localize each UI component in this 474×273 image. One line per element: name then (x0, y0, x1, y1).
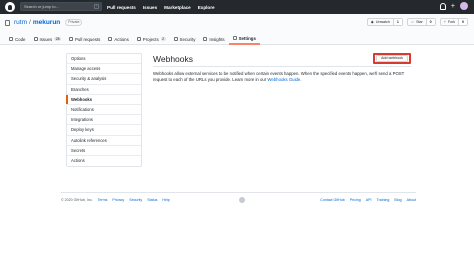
footer-link-status[interactable]: Status (147, 198, 157, 202)
tab-security-label: Security (179, 36, 196, 42)
issue-icon (33, 37, 38, 41)
pull-request-icon (68, 37, 73, 41)
tab-security[interactable]: Security (170, 33, 200, 45)
footer-copyright: © 2020 GitHub, Inc. (61, 198, 93, 202)
add-webhook-highlight: Add webhook (373, 53, 411, 64)
projects-counter: 2 (160, 37, 166, 41)
create-new-plus-icon[interactable]: + (451, 3, 455, 10)
search-placeholder: Search or jump to... (24, 4, 59, 9)
repo-header: rutm / mekurun Private ◉ Unwatch 1 ☆ Star … (0, 14, 474, 45)
webhooks-guide-link[interactable]: Webhooks Guide (267, 77, 300, 82)
sidebar-item-notifications[interactable]: Notifications (67, 105, 141, 116)
star-button[interactable]: ☆ Star 0 (406, 18, 436, 26)
tab-code-label: Code (15, 36, 26, 42)
nav-marketplace[interactable]: Marketplace (164, 5, 191, 10)
tab-settings[interactable]: Settings (228, 33, 260, 45)
repo-icon (5, 19, 10, 26)
github-logo-icon[interactable] (5, 2, 15, 12)
repo-name-link[interactable]: mekurun (33, 19, 60, 26)
header-actions: + (439, 2, 468, 10)
tab-settings-label: Settings (238, 35, 256, 41)
repo-actions: ◉ Unwatch 1 ☆ Star 0 ⑂ Fork 0 (366, 18, 468, 26)
add-webhook-button[interactable]: Add webhook (376, 55, 408, 62)
sidebar-item-security-analysis[interactable]: Security & analysis (67, 74, 141, 85)
footer-link-pricing[interactable]: Pricing (350, 198, 361, 202)
unwatch-label: Unwatch (375, 20, 390, 24)
forks-count[interactable]: 0 (458, 19, 467, 25)
footer-link-training[interactable]: Training (377, 198, 390, 202)
shield-icon (173, 37, 178, 41)
tab-actions[interactable]: Actions (104, 33, 132, 45)
footer: © 2020 GitHub, Inc. Terms Privacy Securi… (61, 197, 416, 206)
sidebar-item-manage-access[interactable]: Manage access (67, 64, 141, 75)
global-nav: Pull requests Issues Marketplace Explore (107, 0, 215, 14)
eye-icon: ◉ (370, 20, 374, 24)
tab-insights-label: Insights (209, 36, 225, 42)
tab-projects[interactable]: Projects 2 (133, 33, 170, 45)
footer-right: Contact GitHub Pricing API Training Blog… (320, 198, 416, 202)
sidebar-item-deploy-keys[interactable]: Deploy keys (67, 125, 141, 136)
footer-link-security[interactable]: Security (129, 198, 142, 202)
repo-tabs: Code Issues 28 Pull requests Actions Proj… (5, 33, 260, 45)
page-title: Webhooks (153, 54, 194, 64)
sidebar-item-secrets[interactable]: Secrets (67, 146, 141, 156)
tab-projects-label: Projects (142, 36, 159, 42)
unwatch-button[interactable]: ◉ Unwatch 1 (366, 18, 403, 26)
play-icon (108, 37, 113, 41)
code-icon (9, 37, 13, 41)
footer-divider (61, 192, 416, 193)
tab-actions-label: Actions (114, 36, 129, 42)
sidebar-item-integrations[interactable]: Integrations (67, 115, 141, 126)
graph-icon (203, 37, 208, 41)
fork-button[interactable]: ⑂ Fork 0 (439, 18, 468, 26)
tab-code[interactable]: Code (5, 33, 30, 45)
nav-issues[interactable]: Issues (143, 5, 157, 10)
global-header: Search or jump to... / Pull requests Iss… (0, 0, 474, 14)
sidebar-item-branches[interactable]: Branches (67, 85, 141, 95)
user-avatar[interactable] (460, 2, 468, 10)
notification-bell-icon[interactable] (439, 2, 446, 10)
stars-count[interactable]: 0 (425, 19, 435, 25)
gear-icon (232, 36, 237, 40)
footer-github-logo-icon[interactable] (239, 197, 245, 203)
sidebar-item-webhooks[interactable]: Webhooks (66, 94, 141, 105)
sidebar-item-autolink-references[interactable]: Autolink references (67, 136, 141, 146)
footer-link-help[interactable]: Help (162, 198, 169, 202)
footer-left: © 2020 GitHub, Inc. Terms Privacy Securi… (61, 198, 170, 202)
repo-title: rutm / mekurun Private (5, 19, 83, 26)
webhooks-description: Webhooks allow external services to be n… (153, 71, 415, 83)
tab-pull-requests-label: Pull requests (74, 36, 101, 42)
footer-link-api[interactable]: API (366, 198, 372, 202)
tab-issues[interactable]: Issues 28 (30, 33, 65, 45)
search-input[interactable]: Search or jump to... / (20, 2, 102, 11)
repo-path-separator: / (29, 19, 31, 26)
footer-link-blog[interactable]: Blog (394, 198, 401, 202)
footer-link-terms[interactable]: Terms (98, 198, 108, 202)
search-shortcut-key: / (94, 4, 99, 9)
nav-explore[interactable]: Explore (198, 5, 215, 10)
footer-link-privacy[interactable]: Privacy (112, 198, 124, 202)
project-icon (136, 37, 141, 41)
tab-issues-label: Issues (39, 36, 53, 42)
description-end: . (300, 77, 302, 82)
star-icon: ☆ (410, 20, 415, 24)
watchers-count[interactable]: 1 (392, 19, 402, 25)
footer-link-about[interactable]: About (407, 198, 416, 202)
tab-insights[interactable]: Insights (199, 33, 228, 45)
private-badge: Private (65, 19, 83, 26)
repo-owner-link[interactable]: rutm (14, 19, 27, 26)
star-label: Star (416, 20, 423, 24)
settings-sidebar: Options Manage access Security & analysi… (66, 53, 142, 168)
nav-pull-requests[interactable]: Pull requests (107, 5, 136, 10)
fork-icon: ⑂ (443, 20, 446, 24)
sidebar-item-options[interactable]: Options (67, 54, 141, 65)
footer-link-contact[interactable]: Contact GitHub (320, 198, 345, 202)
fork-label: Fork (447, 20, 455, 24)
issues-counter: 28 (54, 37, 61, 41)
title-divider (153, 66, 411, 67)
tab-pull-requests[interactable]: Pull requests (65, 33, 104, 45)
sidebar-item-actions[interactable]: Actions (67, 156, 141, 166)
